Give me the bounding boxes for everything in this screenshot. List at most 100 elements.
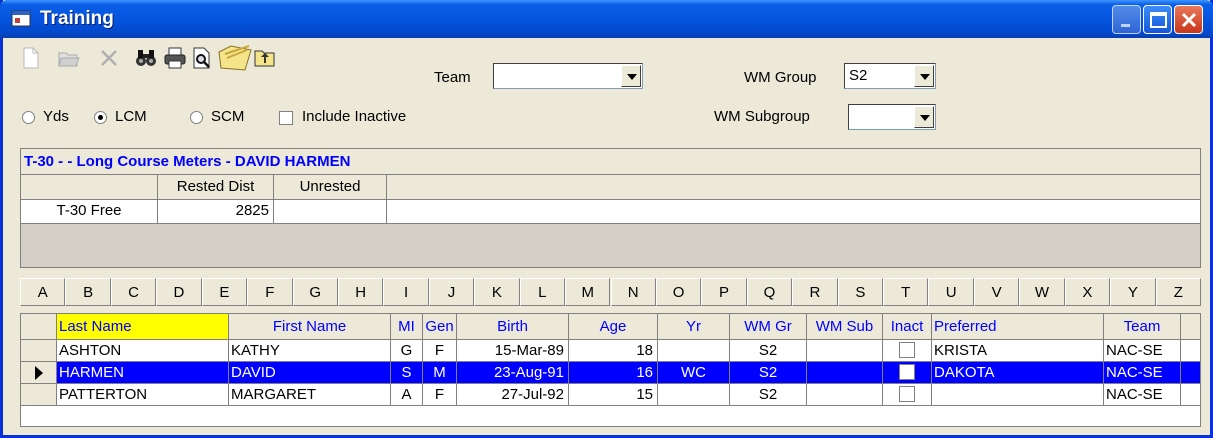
alpha-button-d[interactable]: D (156, 278, 202, 306)
col-header-wm-sub[interactable]: WM Sub (807, 314, 883, 340)
title-bar[interactable]: Training (0, 0, 1213, 38)
alpha-button-m[interactable]: M (565, 278, 611, 306)
radio-scm[interactable] (190, 111, 203, 124)
chevron-down-icon[interactable] (621, 65, 641, 87)
open-icon[interactable] (57, 46, 81, 70)
cell-first-name[interactable]: KATHY (229, 340, 391, 362)
close-button[interactable] (1174, 5, 1203, 34)
alpha-button-g[interactable]: G (292, 278, 338, 306)
test-event-cell[interactable]: T-30 Free (21, 200, 158, 224)
cell-age[interactable]: 18 (569, 340, 658, 362)
cell-age[interactable]: 15 (569, 384, 658, 406)
cell-gen[interactable]: F (423, 340, 457, 362)
cell-yr[interactable]: WC (658, 362, 730, 384)
test-rested-cell[interactable]: 2825 (158, 200, 274, 224)
row-selector[interactable] (21, 362, 57, 384)
include-inactive-checkbox[interactable] (279, 111, 293, 125)
cell-wm-sub[interactable] (807, 384, 883, 406)
cell-mi[interactable]: A (391, 384, 423, 406)
alpha-button-v[interactable]: V (973, 278, 1020, 306)
col-header-birth[interactable]: Birth (457, 314, 569, 340)
alpha-button-u[interactable]: U (928, 278, 974, 306)
export-icon[interactable] (253, 46, 277, 70)
cell-last-name[interactable]: HARMEN (57, 362, 229, 384)
team-select[interactable] (493, 63, 643, 89)
radio-yds[interactable] (22, 111, 35, 124)
inactive-checkbox[interactable] (899, 364, 915, 380)
cell-wm-sub[interactable] (807, 362, 883, 384)
cell-team[interactable]: NAC-SE (1104, 384, 1181, 406)
alpha-button-j[interactable]: J (428, 278, 475, 306)
cell-inact[interactable] (883, 362, 932, 384)
new-icon[interactable] (19, 46, 43, 70)
alpha-button-t[interactable]: T (883, 278, 929, 306)
cell-team[interactable]: NAC-SE (1104, 340, 1181, 362)
wm-group-select[interactable]: S2 (844, 63, 936, 89)
cell-gen[interactable]: M (423, 362, 457, 384)
cell-wm-sub[interactable] (807, 340, 883, 362)
cell-yr[interactable] (658, 340, 730, 362)
find-icon[interactable] (134, 46, 158, 70)
cell-birth[interactable]: 23-Aug-91 (457, 362, 569, 384)
cell-inact[interactable] (883, 384, 932, 406)
cell-last-name[interactable]: ASHTON (57, 340, 229, 362)
alpha-button-s[interactable]: S (837, 278, 884, 306)
cell-wm-gr[interactable]: S2 (730, 340, 807, 362)
cell-preferred[interactable] (932, 384, 1104, 406)
alpha-button-n[interactable]: N (610, 278, 656, 306)
alpha-button-w[interactable]: W (1019, 278, 1065, 306)
alpha-button-f[interactable]: F (247, 278, 293, 306)
alpha-button-o[interactable]: O (655, 278, 702, 306)
cell-preferred[interactable]: DAKOTA (932, 362, 1104, 384)
chevron-down-icon[interactable] (914, 65, 934, 87)
col-header-first-name[interactable]: First Name (229, 314, 391, 340)
cell-gen[interactable]: F (423, 384, 457, 406)
row-selector[interactable] (21, 384, 57, 406)
alpha-button-b[interactable]: B (65, 278, 111, 306)
wm-subgroup-select[interactable] (848, 104, 936, 130)
cell-team[interactable]: NAC-SE (1104, 362, 1181, 384)
cell-age[interactable]: 16 (569, 362, 658, 384)
radio-lcm[interactable] (94, 111, 107, 124)
col-header-age[interactable]: Age (569, 314, 658, 340)
maximize-button[interactable] (1143, 5, 1172, 34)
alpha-button-q[interactable]: Q (746, 278, 793, 306)
cell-inact[interactable] (883, 340, 932, 362)
print-preview-icon[interactable] (190, 46, 214, 70)
alpha-button-c[interactable]: C (110, 278, 157, 306)
alpha-button-x[interactable]: X (1064, 278, 1111, 306)
col-header-last-name[interactable]: Last Name (57, 314, 229, 340)
cell-birth[interactable]: 15-Mar-89 (457, 340, 569, 362)
alpha-button-a[interactable]: A (20, 278, 66, 306)
col-header-gen[interactable]: Gen (423, 314, 457, 340)
alpha-button-p[interactable]: P (701, 278, 747, 306)
col-header-mi[interactable]: MI (391, 314, 423, 340)
cell-first-name[interactable]: MARGARET (229, 384, 391, 406)
col-header-team[interactable]: Team (1104, 314, 1181, 340)
alpha-button-r[interactable]: R (792, 278, 838, 306)
cell-preferred[interactable]: KRISTA (932, 340, 1104, 362)
alpha-button-h[interactable]: H (337, 278, 384, 306)
cell-wm-gr[interactable]: S2 (730, 384, 807, 406)
inactive-checkbox[interactable] (899, 386, 915, 402)
chevron-down-icon[interactable] (914, 106, 934, 128)
inactive-checkbox[interactable] (899, 342, 915, 358)
cell-wm-gr[interactable]: S2 (730, 362, 807, 384)
alpha-button-k[interactable]: K (474, 278, 520, 306)
minimize-button[interactable] (1112, 5, 1141, 34)
alpha-button-e[interactable]: E (201, 278, 248, 306)
cell-mi[interactable]: S (391, 362, 423, 384)
col-header-wm-gr[interactable]: WM Gr (730, 314, 807, 340)
alpha-button-y[interactable]: Y (1110, 278, 1156, 306)
cell-first-name[interactable]: DAVID (229, 362, 391, 384)
alpha-button-i[interactable]: I (383, 278, 429, 306)
folder-icon[interactable] (217, 42, 253, 72)
cell-yr[interactable] (658, 384, 730, 406)
print-icon[interactable] (163, 46, 187, 70)
alpha-button-l[interactable]: L (519, 278, 566, 306)
row-selector[interactable] (21, 340, 57, 362)
col-header-preferred[interactable]: Preferred (932, 314, 1104, 340)
test-unrested-cell[interactable] (274, 200, 387, 224)
cell-last-name[interactable]: PATTERTON (57, 384, 229, 406)
delete-icon[interactable] (97, 46, 121, 70)
